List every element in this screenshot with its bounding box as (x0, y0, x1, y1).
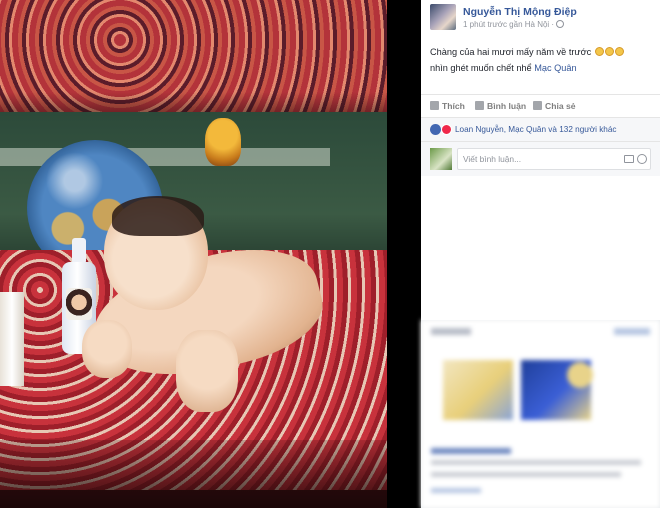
photo-toy (205, 118, 241, 166)
author-name[interactable]: Nguyễn Thị Mộng Điệp (463, 6, 577, 18)
post-text-line-1-text: Chàng của hai mươi mấy năm về trước (430, 47, 592, 57)
sponsored-heading-blur (431, 328, 471, 335)
comment-button[interactable]: Bình luận (475, 101, 526, 111)
author-avatar[interactable] (430, 4, 456, 30)
sponsored-link-blur (614, 328, 650, 335)
sponsored-action-blur (431, 488, 481, 493)
photo-cup (0, 292, 24, 386)
comment-placeholder: Viết bình luận... (463, 154, 522, 164)
post-side-panel: Nguyễn Thị Mộng Điệp 1 phút trước gần Hà… (421, 0, 660, 508)
photo-divider (387, 0, 421, 508)
emoji-icon[interactable] (637, 154, 647, 164)
blurred-sponsored-area (421, 320, 660, 508)
commenter-avatar (430, 148, 452, 170)
share-label: Chia sẻ (545, 101, 576, 111)
sponsored-text-blur (431, 460, 641, 465)
camera-icon[interactable] (624, 155, 634, 163)
post-text-line-2: nhìn ghét muốn chết nhể Mạc Quân (430, 60, 655, 76)
comment-label: Bình luận (487, 101, 527, 111)
photo-baby-hair (112, 196, 204, 236)
photo-bottle-label (66, 288, 92, 320)
like-label: Thích (442, 101, 465, 111)
photo-baby-arm-left (82, 320, 132, 378)
screenshot-root: Nguyễn Thị Mộng Điệp 1 phút trước gần Hà… (0, 0, 660, 508)
comment-icon (475, 101, 484, 110)
post-photo[interactable] (0, 0, 387, 508)
like-button[interactable]: Thích (430, 101, 465, 111)
post-card: Nguyễn Thị Mộng Điệp 1 phút trước gần Hà… (421, 0, 660, 320)
post-text-line-1: Chàng của hai mươi mấy năm về trước (430, 44, 655, 60)
post-time-location[interactable]: 1 phút trước gần Hà Nội · (463, 20, 554, 29)
post-meta: 1 phút trước gần Hà Nội · (463, 20, 565, 29)
laughing-emoji-icon (594, 47, 604, 56)
post-text-line-2-text: nhìn ghét muốn chết nhể (430, 63, 535, 73)
sponsored-text-blur (431, 472, 621, 477)
thumbs-up-icon (430, 101, 439, 110)
comment-input[interactable]: Viết bình luận... (457, 148, 651, 170)
post-header: Nguyễn Thị Mộng Điệp 1 phút trước gần Hà… (430, 4, 655, 32)
share-icon (533, 101, 542, 110)
globe-icon[interactable] (556, 20, 565, 28)
photo-bottle-cap (72, 238, 86, 264)
sponsored-image-blur (443, 360, 513, 420)
laughing-emoji-icon (604, 47, 614, 56)
sponsored-title-blur (431, 448, 511, 454)
photo-baby-arm-right (176, 330, 238, 412)
reactions-summary[interactable]: Loan Nguyễn, Mạc Quân và 132 người khác (455, 125, 617, 134)
post-actions-bar: Thích Bình luận Chia sẻ (421, 94, 660, 118)
comment-composer: Viết bình luận... (421, 142, 660, 176)
love-reaction-icon[interactable] (441, 124, 452, 135)
post-text: Chàng của hai mươi mấy năm về trước nhìn… (430, 44, 655, 76)
sponsored-badge-blur (567, 362, 593, 388)
reactions-row: Loan Nguyễn, Mạc Quân và 132 người khác (421, 118, 660, 142)
laughing-emoji-icon (614, 47, 624, 56)
photo-blanket-fold (0, 440, 387, 508)
share-button[interactable]: Chia sẻ (533, 101, 576, 111)
mention-link[interactable]: Mạc Quân (534, 63, 576, 73)
like-reaction-icon[interactable] (430, 124, 441, 135)
